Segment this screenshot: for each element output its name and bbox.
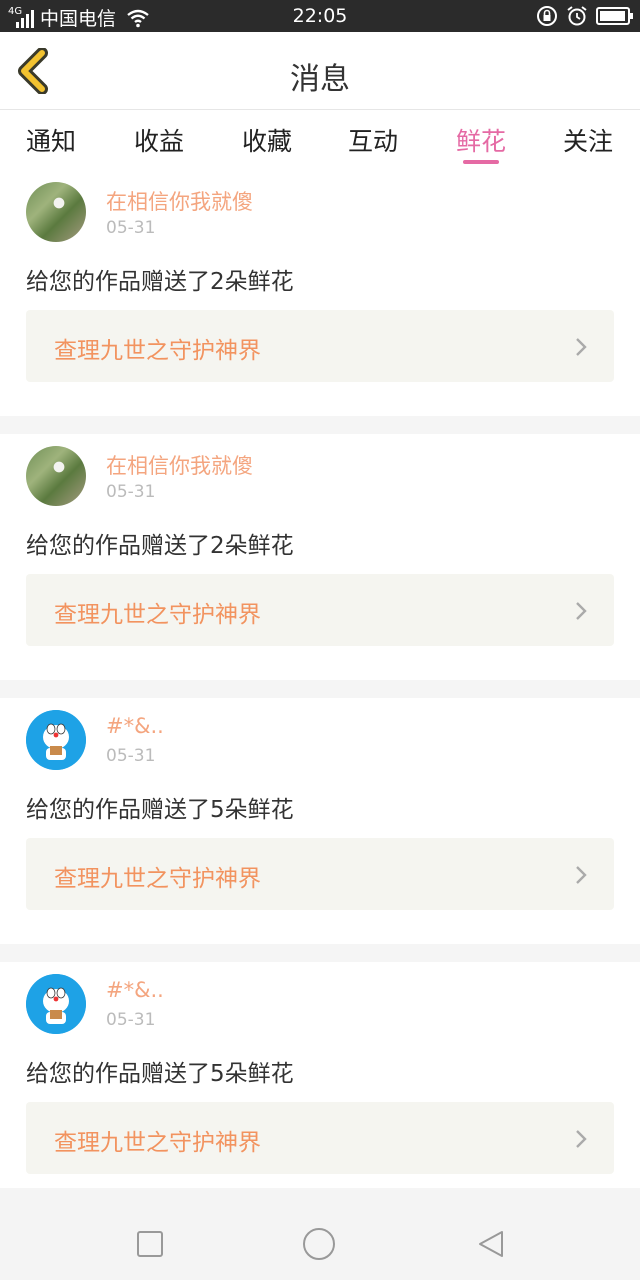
status-right xyxy=(536,5,633,27)
chevron-right-icon xyxy=(576,338,587,356)
rotation-lock-icon xyxy=(537,6,557,26)
message-date: 05-31 xyxy=(106,746,156,766)
message-text: 给您的作品赠送了2朵鲜花 xyxy=(26,533,294,559)
message-date: 05-31 xyxy=(106,1010,156,1030)
doraemon-icon xyxy=(26,710,86,770)
back-icon[interactable] xyxy=(476,1229,506,1259)
page-title: 消息 xyxy=(290,62,350,97)
username[interactable]: #*&.. xyxy=(106,714,164,738)
avatar[interactable] xyxy=(26,182,86,242)
tab-favorites[interactable]: 收藏 xyxy=(227,122,307,158)
tab-following[interactable]: 关注 xyxy=(548,122,628,158)
home-icon[interactable] xyxy=(302,1227,336,1261)
tab-notifications[interactable]: 通知 xyxy=(11,122,91,158)
work-title: 查理九世之守护神界 xyxy=(54,602,261,628)
message-text: 给您的作品赠送了5朵鲜花 xyxy=(26,1061,294,1087)
work-link[interactable]: 查理九世之守护神界 xyxy=(26,1102,614,1174)
tab-earnings[interactable]: 收益 xyxy=(119,122,199,158)
tab-flowers[interactable]: 鲜花 xyxy=(441,122,521,158)
message-text: 给您的作品赠送了5朵鲜花 xyxy=(26,797,294,823)
message-card: 在相信你我就傻 05-31 给您的作品赠送了2朵鲜花 查理九世之守护神界 xyxy=(0,170,640,416)
work-link[interactable]: 查理九世之守护神界 xyxy=(26,574,614,646)
work-title: 查理九世之守护神界 xyxy=(54,1130,261,1156)
message-date: 05-31 xyxy=(106,482,156,502)
recents-icon[interactable] xyxy=(136,1230,164,1258)
work-title: 查理九世之守护神界 xyxy=(54,338,261,364)
battery-level xyxy=(600,11,625,21)
tab-interactions[interactable]: 互动 xyxy=(333,122,413,158)
chevron-right-icon xyxy=(576,1130,587,1148)
system-nav-bar xyxy=(0,1190,640,1280)
message-date: 05-31 xyxy=(106,218,156,238)
message-card: #*&.. 05-31 给您的作品赠送了5朵鲜花 查理九世之守护神界 xyxy=(0,962,640,1188)
work-link[interactable]: 查理九世之守护神界 xyxy=(26,838,614,910)
message-card: #*&.. 05-31 给您的作品赠送了5朵鲜花 查理九世之守护神界 xyxy=(0,698,640,944)
avatar[interactable] xyxy=(26,710,86,770)
username[interactable]: #*&.. xyxy=(106,978,164,1002)
username[interactable]: 在相信你我就傻 xyxy=(106,450,253,480)
work-link[interactable]: 查理九世之守护神界 xyxy=(26,310,614,382)
doraemon-icon xyxy=(26,974,86,1034)
active-tab-indicator xyxy=(463,160,499,164)
tab-bar: 通知 收益 收藏 互动 鲜花 关注 xyxy=(0,110,640,170)
alarm-icon xyxy=(567,6,587,26)
chevron-right-icon xyxy=(576,602,587,620)
username[interactable]: 在相信你我就傻 xyxy=(106,186,253,216)
avatar[interactable] xyxy=(26,446,86,506)
message-card: 在相信你我就傻 05-31 给您的作品赠送了2朵鲜花 查理九世之守护神界 xyxy=(0,434,640,680)
work-title: 查理九世之守护神界 xyxy=(54,866,261,892)
app-header: 消息 xyxy=(0,32,640,110)
avatar[interactable] xyxy=(26,974,86,1034)
battery-icon xyxy=(596,7,633,25)
message-text: 给您的作品赠送了2朵鲜花 xyxy=(26,269,294,295)
status-bar: 4G 中国电信 22:05 xyxy=(0,0,640,32)
chevron-right-icon xyxy=(576,866,587,884)
